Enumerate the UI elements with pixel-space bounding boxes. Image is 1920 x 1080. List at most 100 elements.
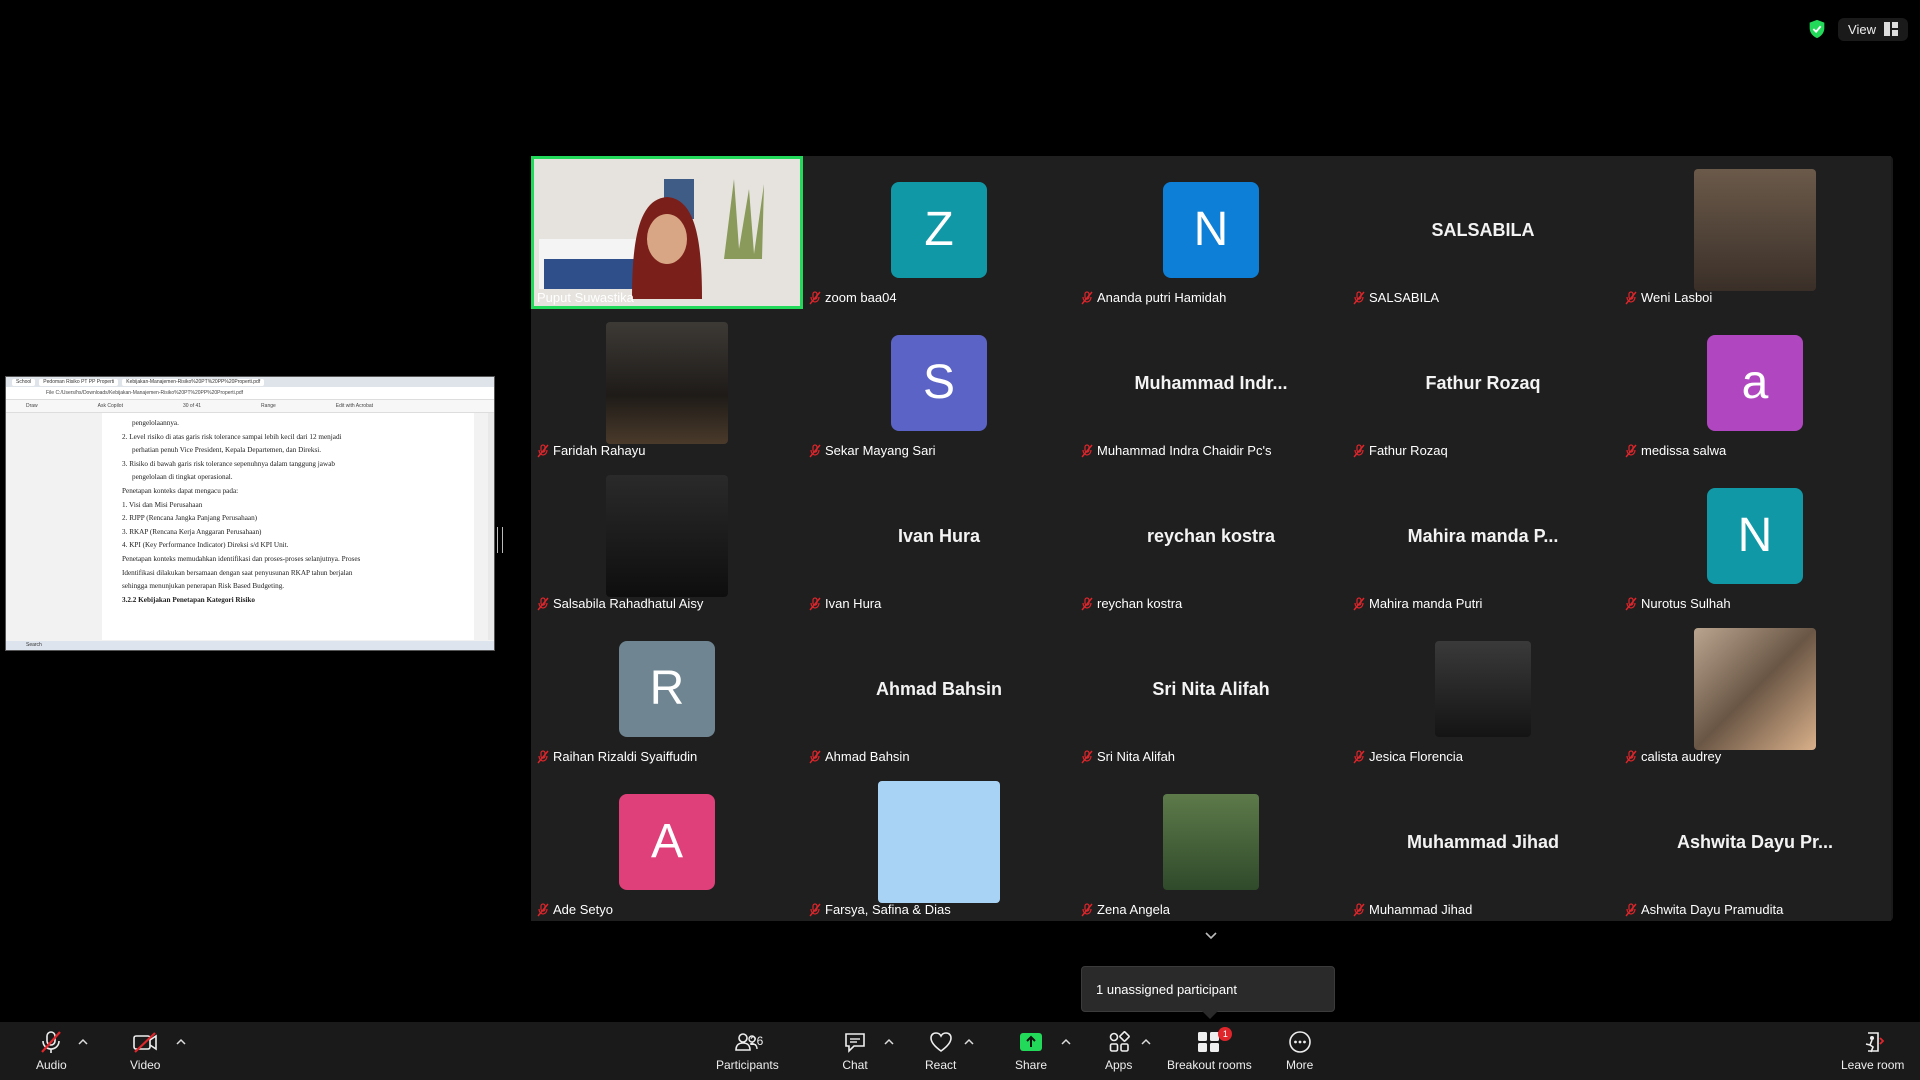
participant-tile[interactable]: N Ananda putri Hamidah bbox=[1075, 156, 1347, 309]
participant-tile[interactable]: Ahmad Bahsin Ahmad Bahsin bbox=[803, 615, 1075, 768]
share-button[interactable]: Share bbox=[1015, 1030, 1047, 1072]
participant-tile[interactable]: S Sekar Mayang Sari bbox=[803, 309, 1075, 462]
muted-mic-icon bbox=[1625, 443, 1637, 457]
participant-tile[interactable]: Ashwita Dayu Pr... Ashwita Dayu Pramudita bbox=[1619, 768, 1891, 921]
chevron-down-icon[interactable] bbox=[1204, 929, 1218, 943]
apps-button[interactable]: Apps bbox=[1105, 1030, 1132, 1072]
profile-photo bbox=[1435, 640, 1531, 737]
participant-name-label: Faridah Rahayu bbox=[537, 443, 646, 458]
participant-tile[interactable]: Faridah Rahayu bbox=[531, 309, 803, 462]
share-label: Share bbox=[1015, 1058, 1048, 1072]
participant-name-label: SALSABILA bbox=[1353, 290, 1439, 305]
shared-tool-item: Draw bbox=[26, 403, 38, 409]
muted-mic-icon bbox=[537, 443, 549, 457]
shared-tab: School bbox=[12, 378, 36, 386]
participant-name: calista audrey bbox=[1641, 749, 1722, 764]
participant-tile[interactable]: Farsya, Safina & Dias bbox=[803, 768, 1075, 921]
muted-mic-icon bbox=[1353, 290, 1365, 304]
muted-mic-icon bbox=[1625, 596, 1637, 610]
participant-tile[interactable]: Fathur Rozaq Fathur Rozaq bbox=[1347, 309, 1619, 462]
video-camera-off-icon bbox=[133, 1032, 158, 1053]
participant-video bbox=[534, 159, 800, 306]
participant-tile[interactable]: Mahira manda P... Mahira manda Putri bbox=[1347, 462, 1619, 615]
participant-name-label: Weni Lasboi bbox=[1625, 290, 1712, 305]
participant-tile[interactable]: A Ade Setyo bbox=[531, 768, 803, 921]
participant-tile[interactable]: Zzoom baa04 bbox=[803, 156, 1075, 309]
chat-button[interactable]: Chat bbox=[842, 1030, 868, 1072]
encryption-shield-icon[interactable] bbox=[1806, 18, 1828, 40]
participant-tile[interactable]: Puput Suwastika bbox=[531, 156, 803, 309]
participant-name: Ade Setyo bbox=[553, 902, 613, 917]
view-label: View bbox=[1848, 21, 1876, 37]
video-options-caret-icon[interactable] bbox=[176, 1038, 186, 1046]
top-bar: View bbox=[1806, 14, 1908, 44]
participant-tile[interactable]: Muhammad Indr... Muhammad Indra Chaidir P… bbox=[1075, 309, 1347, 462]
participant-name: Sekar Mayang Sari bbox=[825, 443, 936, 458]
participant-name-label: Sri Nita Alifah bbox=[1081, 749, 1175, 764]
participant-tile[interactable]: calista audrey bbox=[1619, 615, 1891, 768]
avatar: S bbox=[891, 334, 987, 431]
participant-tile[interactable]: Jesica Florencia bbox=[1347, 615, 1619, 768]
muted-mic-icon bbox=[1625, 902, 1637, 916]
participant-tile[interactable]: reychan kostra reychan kostra bbox=[1075, 462, 1347, 615]
participant-name-label: Salsabila Rahadhatul Aisy bbox=[537, 596, 703, 611]
participant-name-label: Ahmad Bahsin bbox=[809, 749, 910, 764]
participants-label: Participants bbox=[716, 1058, 779, 1072]
participant-tile[interactable]: a medissa salwa bbox=[1619, 309, 1891, 462]
participant-display-name: Ashwita Dayu Pr... bbox=[1676, 832, 1834, 852]
shared-screen-thumbnail[interactable]: School Pedoman Risiko PT PP Properti Keb… bbox=[5, 376, 495, 651]
muted-mic-icon bbox=[1353, 443, 1365, 457]
chat-options-caret-icon[interactable] bbox=[884, 1038, 894, 1046]
participant-name-label: Sekar Mayang Sari bbox=[809, 443, 936, 458]
video-label: Video bbox=[130, 1058, 161, 1072]
participant-tile[interactable]: Muhammad Jihad Muhammad Jihad bbox=[1347, 768, 1619, 921]
participant-name-label: Muhammad Jihad bbox=[1353, 902, 1472, 917]
participant-name-label: Ashwita Dayu Pramudita bbox=[1625, 902, 1783, 917]
share-screen-icon bbox=[1020, 1033, 1043, 1051]
muted-mic-icon bbox=[809, 443, 821, 457]
muted-mic-icon bbox=[809, 749, 821, 763]
participant-name: Farsya, Safina & Dias bbox=[825, 902, 951, 917]
participant-name-label: calista audrey bbox=[1625, 749, 1721, 764]
apps-options-caret-icon[interactable] bbox=[1141, 1038, 1151, 1046]
participant-display-name: Ivan Hura bbox=[897, 526, 981, 546]
pdf-line: 3. RKAP (Rencana Kerja Anggaran Perusaha… bbox=[122, 527, 262, 536]
react-button[interactable]: React bbox=[925, 1030, 956, 1072]
leave-room-button[interactable]: Leave room bbox=[1841, 1030, 1904, 1072]
video-button[interactable]: Video bbox=[130, 1030, 160, 1072]
participant-tile[interactable]: SALSABILA SALSABILA bbox=[1347, 156, 1619, 309]
more-button[interactable]: More bbox=[1286, 1030, 1313, 1072]
split-view-drag-handle[interactable] bbox=[497, 527, 503, 553]
audio-label: Audio bbox=[36, 1058, 67, 1072]
avatar: N bbox=[1163, 181, 1259, 278]
share-options-caret-icon[interactable] bbox=[1061, 1038, 1071, 1046]
breakout-rooms-button[interactable]: 1 Breakout rooms bbox=[1167, 1027, 1252, 1072]
participant-name-label: zoom baa04 bbox=[809, 290, 897, 305]
participant-name-label: Zena Angela bbox=[1081, 902, 1170, 917]
unassigned-participant-tooltip[interactable]: 1 unassigned participant bbox=[1081, 966, 1335, 1012]
chat-icon bbox=[845, 1033, 865, 1053]
participant-tile[interactable]: Zena Angela bbox=[1075, 768, 1347, 921]
participant-display-name: Mahira manda P... bbox=[1407, 526, 1559, 546]
participant-tile[interactable]: R Raihan Rizaldi Syaiffudin bbox=[531, 615, 803, 768]
shared-address-bar: File C:/Users/hs/Downloads/Kebijakan-Man… bbox=[6, 387, 494, 400]
audio-options-caret-icon[interactable] bbox=[78, 1038, 88, 1046]
participant-tile[interactable]: N Nurotus Sulhah bbox=[1619, 462, 1891, 615]
react-options-caret-icon[interactable] bbox=[964, 1038, 974, 1046]
participant-name: Raihan Rizaldi Syaiffudin bbox=[553, 749, 698, 764]
participant-tile[interactable]: Weni Lasboi bbox=[1619, 156, 1891, 309]
participant-name: Faridah Rahayu bbox=[553, 443, 646, 458]
avatar: a bbox=[1707, 334, 1803, 431]
audio-button[interactable]: Audio bbox=[36, 1030, 67, 1072]
avatar-initial: R bbox=[649, 662, 685, 715]
muted-mic-icon bbox=[1625, 749, 1637, 763]
participant-name-label: Ananda putri Hamidah bbox=[1081, 290, 1226, 305]
muted-mic-icon bbox=[809, 902, 821, 916]
pdf-line: 3.2.2 Kebijakan Penetapan Kategori Risik… bbox=[122, 595, 255, 604]
participant-tile[interactable]: Salsabila Rahadhatul Aisy bbox=[531, 462, 803, 615]
view-button[interactable]: View bbox=[1838, 17, 1908, 41]
participants-button[interactable]: 26 Participants bbox=[716, 1030, 779, 1072]
shared-taskbar: Search bbox=[6, 641, 494, 650]
participant-tile[interactable]: Ivan Hura Ivan Hura bbox=[803, 462, 1075, 615]
participant-tile[interactable]: Sri Nita Alifah Sri Nita Alifah bbox=[1075, 615, 1347, 768]
